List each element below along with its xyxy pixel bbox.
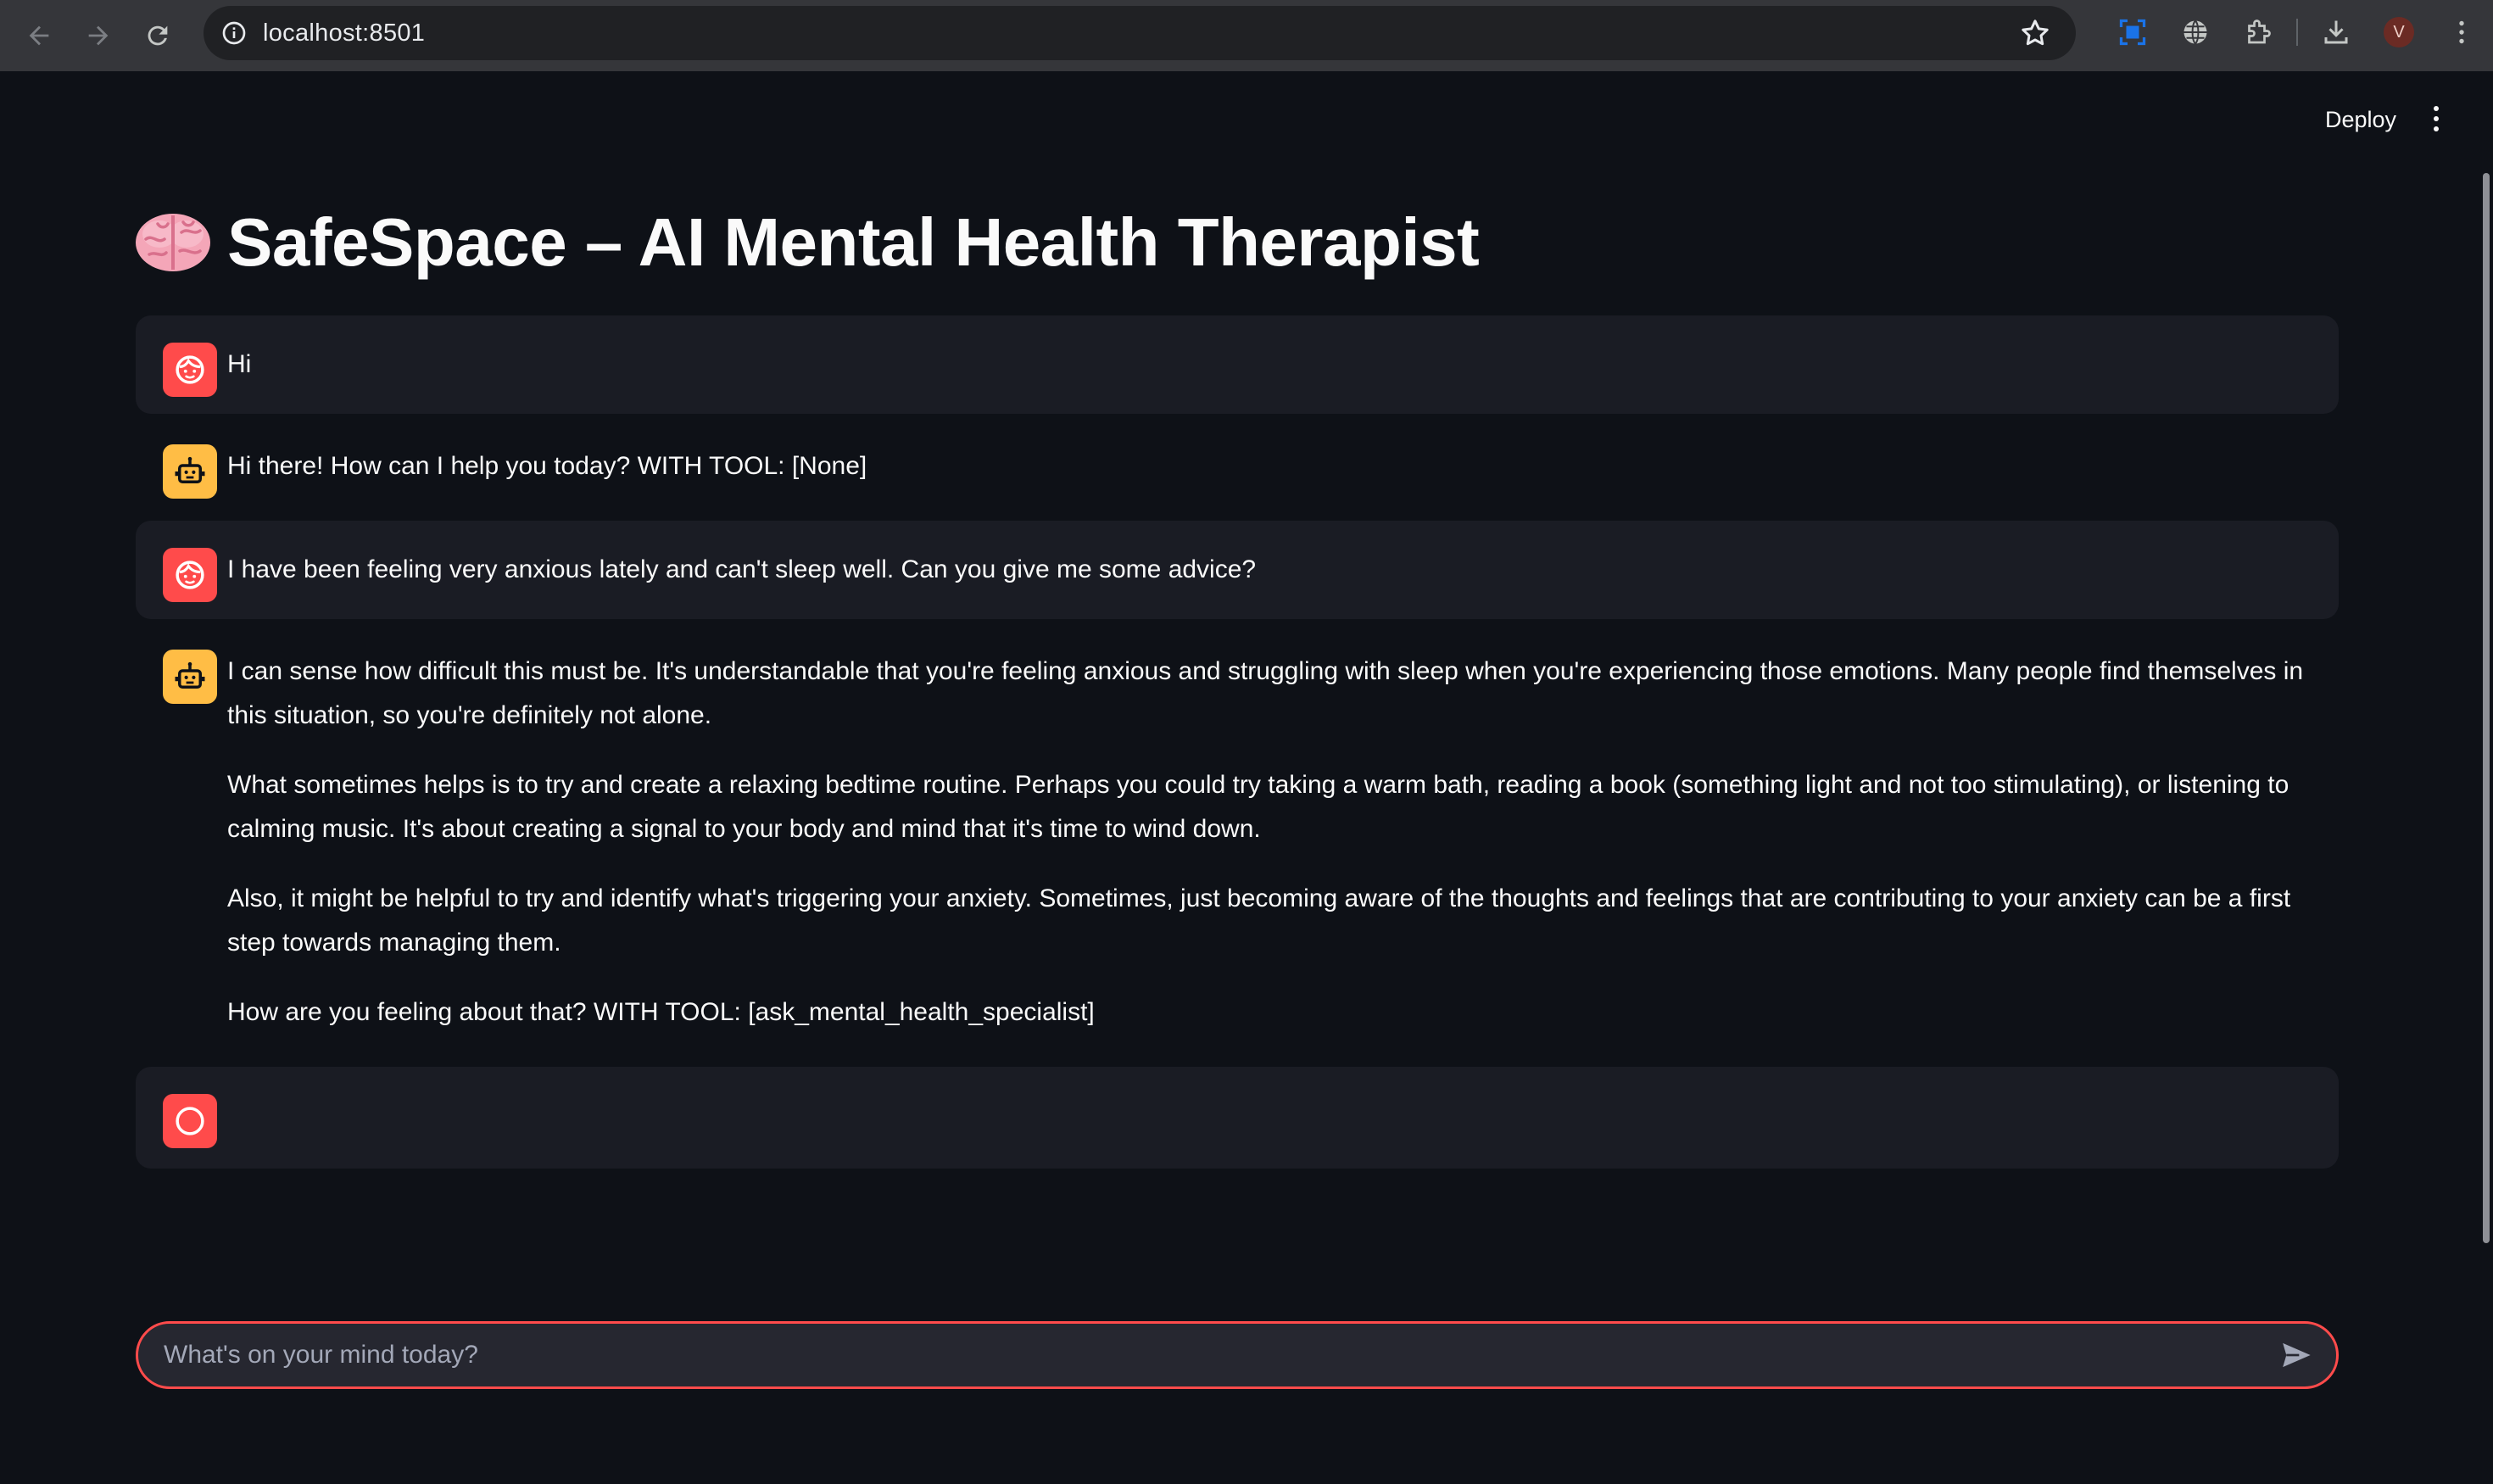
chat-input[interactable] xyxy=(138,1325,2267,1385)
chat-history: Hi Hi there! How can I help you today? W… xyxy=(136,315,2339,1292)
assistant-avatar-icon xyxy=(163,444,217,499)
assistant-avatar-icon xyxy=(163,650,217,704)
chat-message-assistant: I can sense how difficult this must be. … xyxy=(136,622,2339,1062)
profile-initial: V xyxy=(2384,17,2414,47)
deploy-button[interactable]: Deploy xyxy=(2317,102,2405,138)
download-icon[interactable] xyxy=(2305,1,2368,64)
page-title: SafeSpace – AI Mental Health Therapist xyxy=(134,204,1480,282)
message-paragraph: How are you feeling about that? WITH TOO… xyxy=(227,998,1095,1026)
url-text[interactable]: localhost:8501 xyxy=(263,20,425,47)
message-text: Hi there! How can I help you today? WITH… xyxy=(227,452,867,480)
extensions-area: V xyxy=(2101,0,2493,64)
chat-message-user xyxy=(136,1067,2339,1169)
profile-avatar[interactable]: V xyxy=(2368,1,2430,64)
screen-capture-icon[interactable] xyxy=(2101,1,2164,64)
extensions-icon[interactable] xyxy=(2227,1,2289,64)
chat-message-user: I have been feeling very anxious lately … xyxy=(136,521,2339,619)
user-avatar-icon xyxy=(163,1094,217,1148)
chat-input-container xyxy=(136,1321,2339,1389)
brain-emoji-icon xyxy=(136,214,210,271)
site-info-icon[interactable] xyxy=(215,14,253,52)
message-paragraph: Also, it might be helpful to try and ide… xyxy=(227,884,2291,957)
forward-arrow-icon[interactable] xyxy=(73,10,124,61)
message-paragraph: What sometimes helps is to try and creat… xyxy=(227,771,2289,843)
message-text: Hi xyxy=(227,350,252,378)
globe-icon[interactable] xyxy=(2164,1,2227,64)
message-text: I have been feeling very anxious lately … xyxy=(227,555,1257,583)
browser-toolbar: localhost:8501 V xyxy=(0,0,2493,71)
chat-message-assistant: Hi there! How can I help you today? WITH… xyxy=(136,417,2339,516)
user-avatar-icon xyxy=(163,548,217,602)
menu-dots-icon[interactable] xyxy=(2430,1,2493,64)
chat-message-user: Hi xyxy=(136,315,2339,414)
bookmark-star-icon[interactable] xyxy=(2018,16,2052,50)
scrollbar[interactable] xyxy=(2483,173,2490,1243)
send-icon[interactable] xyxy=(2267,1325,2326,1385)
reload-icon[interactable] xyxy=(132,10,183,61)
back-arrow-icon[interactable] xyxy=(14,10,64,61)
address-bar[interactable]: localhost:8501 xyxy=(204,6,2076,60)
page-title-text: SafeSpace – AI Mental Health Therapist xyxy=(227,204,1480,280)
app-menu-icon[interactable] xyxy=(2423,102,2449,136)
message-paragraph: I can sense how difficult this must be. … xyxy=(227,657,2304,729)
toolbar-separator xyxy=(2296,19,2298,46)
user-avatar-icon xyxy=(163,343,217,397)
